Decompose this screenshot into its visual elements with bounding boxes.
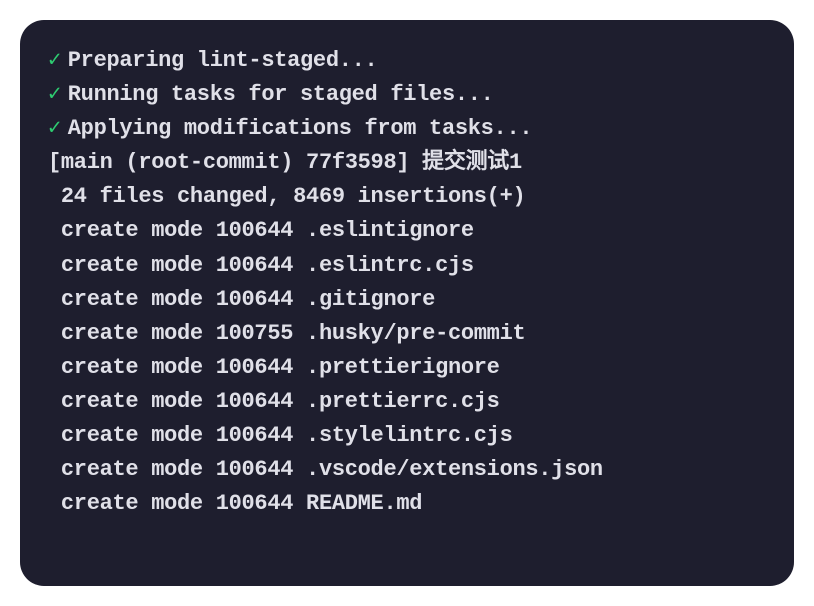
task-line: ✓ Applying modifications from tasks... <box>48 112 766 146</box>
created-file-line: create mode 100644 .eslintignore <box>48 214 766 248</box>
change-summary: 24 files changed, 8469 insertions(+) <box>48 180 766 214</box>
checkmark-icon: ✓ <box>48 78 61 112</box>
created-file-text: create mode 100644 .eslintrc.cjs <box>48 249 474 283</box>
checkmark-icon: ✓ <box>48 44 61 78</box>
created-file-line: create mode 100644 .prettierrc.cjs <box>48 385 766 419</box>
created-file-line: create mode 100644 .prettierignore <box>48 351 766 385</box>
created-file-text: create mode 100644 .vscode/extensions.js… <box>48 453 603 487</box>
created-file-line: create mode 100644 .eslintrc.cjs <box>48 249 766 283</box>
created-file-line: create mode 100644 .vscode/extensions.js… <box>48 453 766 487</box>
created-file-text: create mode 100644 .prettierrc.cjs <box>48 385 500 419</box>
created-file-line: create mode 100644 .gitignore <box>48 283 766 317</box>
created-file-text: create mode 100644 README.md <box>48 487 422 521</box>
task-label: Applying modifications from tasks... <box>68 112 532 146</box>
created-file-text: create mode 100644 .eslintignore <box>48 214 474 248</box>
task-label: Running tasks for staged files... <box>68 78 494 112</box>
summary-text: 24 files changed, 8469 insertions(+) <box>48 180 525 214</box>
task-line: ✓ Preparing lint-staged... <box>48 44 766 78</box>
created-file-line: create mode 100755 .husky/pre-commit <box>48 317 766 351</box>
commit-info: [main (root-commit) 77f3598] 提交测试1 <box>48 146 766 180</box>
created-file-text: create mode 100755 .husky/pre-commit <box>48 317 525 351</box>
created-file-line: create mode 100644 .stylelintrc.cjs <box>48 419 766 453</box>
commit-text: [main (root-commit) 77f3598] 提交测试1 <box>48 146 522 180</box>
checkmark-icon: ✓ <box>48 112 61 146</box>
created-file-text: create mode 100644 .gitignore <box>48 283 435 317</box>
task-label: Preparing lint-staged... <box>68 44 378 78</box>
terminal-output: ✓ Preparing lint-staged... ✓ Running tas… <box>20 20 794 586</box>
task-line: ✓ Running tasks for staged files... <box>48 78 766 112</box>
created-file-line: create mode 100644 README.md <box>48 487 766 521</box>
created-file-text: create mode 100644 .prettierignore <box>48 351 500 385</box>
created-file-text: create mode 100644 .stylelintrc.cjs <box>48 419 512 453</box>
